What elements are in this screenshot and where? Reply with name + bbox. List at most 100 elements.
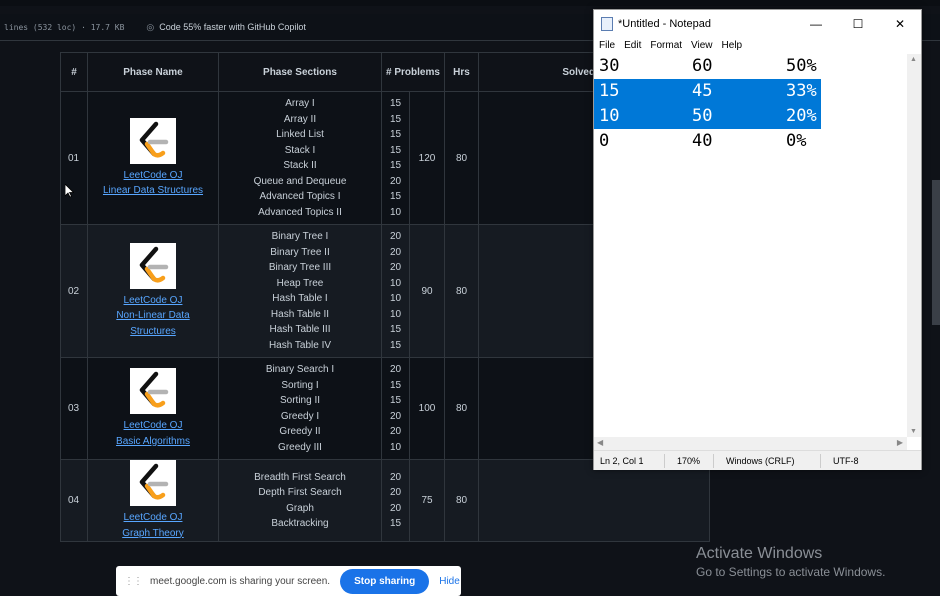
hide-button[interactable]: Hide: [439, 576, 460, 587]
row-number: 01: [60, 91, 88, 225]
phase-title-link[interactable]: Basic Algorithms: [88, 434, 218, 450]
section-name: Graph: [286, 502, 314, 514]
section-count: 10: [389, 293, 402, 304]
section-count: 20: [389, 231, 402, 242]
section-count: 20: [389, 364, 402, 375]
menu-file[interactable]: File: [599, 40, 615, 51]
section-name: Hash Table IV: [268, 339, 332, 351]
menu-view[interactable]: View: [691, 40, 713, 51]
phase-link[interactable]: LeetCode OJ: [88, 293, 218, 309]
section-name: Advanced Topics I: [259, 191, 341, 202]
selected-text-line[interactable]: 15 45 33%: [594, 79, 821, 104]
phase-link[interactable]: LeetCode OJ: [88, 418, 218, 434]
text-value: 0%: [786, 131, 807, 151]
menu-format[interactable]: Format: [650, 40, 682, 51]
text-line[interactable]: 0 40 0%: [594, 129, 904, 154]
menu-help[interactable]: Help: [722, 40, 743, 51]
notepad-editor[interactable]: 30 60 50% 15 45 33% 10 50 20% 0 40 0%: [594, 54, 904, 437]
minimize-icon[interactable]: —: [795, 17, 837, 31]
section-count: 10: [389, 308, 402, 320]
menu-edit[interactable]: Edit: [624, 40, 641, 51]
scroll-right-icon[interactable]: ▶: [897, 438, 903, 447]
notepad-statusbar: Ln 2, Col 1 170% Windows (CRLF) UTF-8: [594, 450, 921, 470]
section-counts-cell: 20 20 20 10 10 10 15 15: [381, 224, 410, 358]
leetcode-logo-icon: [130, 368, 176, 414]
scroll-down-icon[interactable]: ▼: [910, 428, 917, 435]
notepad-titlebar[interactable]: *Untitled - Notepad — ☐ ✕: [594, 10, 921, 38]
phase-name-cell: LeetCode OJ Graph Theory: [87, 459, 219, 542]
section-count: 20: [389, 502, 402, 514]
text-value: 60: [692, 56, 713, 76]
phase-link[interactable]: LeetCode OJ: [88, 168, 218, 184]
total-problems: 90: [409, 224, 445, 358]
status-divider: [713, 453, 720, 468]
phase-title-link[interactable]: Graph Theory: [88, 526, 218, 542]
notepad-window[interactable]: *Untitled - Notepad — ☐ ✕ File Edit Form…: [593, 9, 922, 470]
selected-text-line[interactable]: 10 50 20%: [594, 104, 821, 129]
zoom-level: 170%: [677, 455, 701, 466]
status-divider: [820, 453, 827, 468]
close-icon[interactable]: ✕: [879, 17, 921, 31]
scroll-up-icon[interactable]: ▲: [910, 56, 917, 63]
section-name: Depth First Search: [258, 487, 342, 498]
section-count: 20: [389, 262, 402, 273]
phase-name-cell: LeetCode OJ Non-Linear Data Structures: [87, 224, 219, 358]
text-value: 40: [692, 131, 713, 151]
section-name: Greedy III: [278, 441, 322, 453]
section-name: Hash Table III: [269, 324, 331, 335]
section-counts-cell: 20 15 15 20 20 10: [381, 357, 410, 460]
loc-info: lines (532 loc) · 17.7 KB: [4, 22, 125, 32]
phase-link[interactable]: LeetCode OJ: [88, 510, 218, 526]
vertical-scrollbar[interactable]: ▲ ▼: [907, 54, 921, 437]
section-count: 15: [389, 339, 402, 351]
section-name: Backtracking: [271, 518, 329, 529]
hours: 80: [444, 91, 479, 225]
phase-name-cell: LeetCode OJ Linear Data Structures: [87, 91, 219, 225]
share-message: meet.google.com is sharing your screen.: [150, 575, 331, 587]
section-count: 15: [389, 395, 402, 406]
header-num: #: [60, 52, 88, 92]
section-name: Advanced Topics II: [258, 206, 342, 218]
top-strip: [0, 0, 940, 6]
maximize-icon[interactable]: ☐: [837, 17, 879, 31]
section-count: 20: [389, 487, 402, 498]
section-count: 10: [389, 441, 402, 453]
activate-subtitle: Go to Settings to activate Windows.: [696, 565, 886, 579]
section-name: Array II: [283, 113, 317, 125]
status-divider: [664, 453, 671, 468]
page-scrollbar-thumb[interactable]: [932, 180, 940, 325]
text-value: 50: [692, 106, 713, 126]
section-count: 15: [389, 518, 402, 529]
text-value: 50%: [786, 56, 817, 76]
drag-handle-icon[interactable]: ⋮⋮: [124, 576, 143, 587]
section-name: Array I: [285, 98, 315, 109]
phase-title-link[interactable]: Linear Data Structures: [88, 183, 218, 199]
table-row: 04 LeetCode OJ Graph Theory Breadth First S…: [60, 459, 710, 542]
section-count: 20: [389, 175, 402, 187]
section-count: 10: [389, 277, 402, 289]
copilot-promo[interactable]: ◎ Code 55% faster with GitHub Copilot: [146, 22, 305, 33]
text-line[interactable]: 30 60 50%: [594, 54, 904, 79]
text-value: 30: [599, 56, 620, 76]
section-name: Hash Table I: [272, 293, 328, 304]
scroll-left-icon[interactable]: ◀: [597, 438, 603, 447]
section-name: Binary Tree III: [268, 262, 332, 273]
solved-using-cell: [478, 459, 710, 542]
total-problems: 120: [409, 91, 445, 225]
leetcode-logo-icon: [130, 242, 176, 289]
leetcode-logo-icon: [130, 460, 176, 506]
phase-sections-cell: Binary Search I Sorting I Sorting II Greedy…: [218, 357, 382, 460]
notepad-title: *Untitled - Notepad: [618, 18, 711, 30]
section-count: 20: [389, 246, 402, 258]
section-name: Stack II: [283, 160, 317, 171]
header-hrs: Hrs: [444, 52, 479, 92]
phase-title-link[interactable]: Non-Linear Data Structures: [88, 308, 218, 339]
text-value: 45: [692, 81, 713, 101]
horizontal-scrollbar[interactable]: ◀ ▶: [594, 437, 907, 450]
section-name: Binary Search I: [265, 364, 335, 375]
row-number: 02: [60, 224, 88, 358]
phase-sections-cell: Breadth First Search Depth First Search Gr…: [218, 459, 382, 542]
leetcode-logo-icon: [130, 117, 176, 164]
row-number: 04: [60, 459, 88, 542]
header-phase-name: Phase Name: [87, 52, 219, 92]
